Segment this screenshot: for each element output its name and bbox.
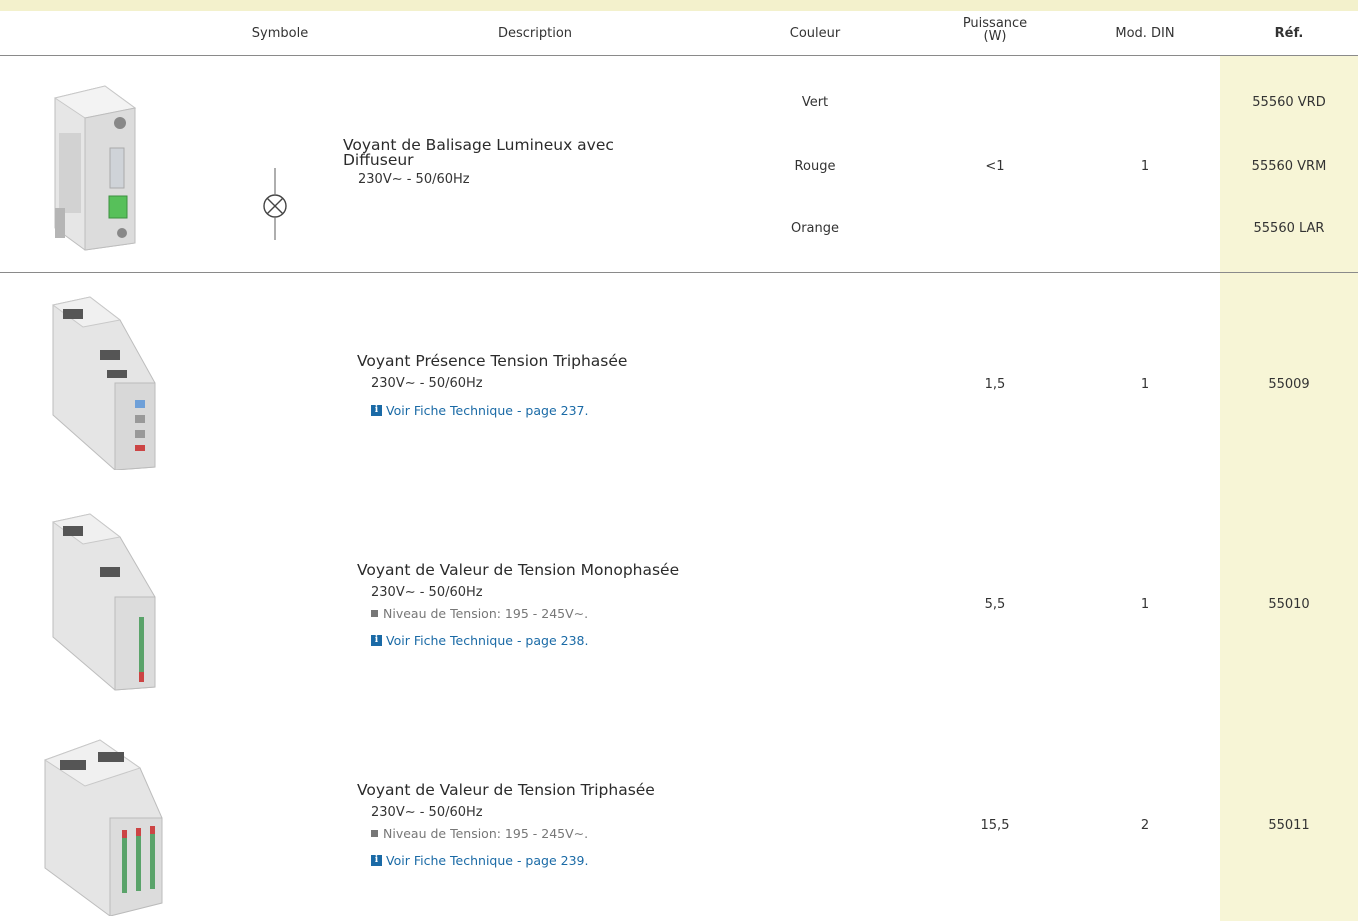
bullet-icon	[371, 830, 378, 837]
header-puissance-line2: (W)	[983, 29, 1007, 44]
row-divider	[0, 272, 1358, 273]
puissance-55010: 5,5	[984, 597, 1006, 612]
tension-note-55010: Niveau de Tension: 195 - 245V∼.	[371, 606, 588, 621]
color-orange: Orange	[790, 221, 840, 236]
product-title-55010: Voyant de Valeur de Tension Monophasée	[357, 561, 680, 579]
ref-55560-vrm: 55560 VRM	[1251, 159, 1327, 174]
info-icon: i	[371, 855, 382, 866]
ref-55009: 55009	[1268, 377, 1310, 392]
tension-note-55011-text: Niveau de Tension: 195 - 245V∼.	[383, 826, 589, 841]
ref-55011: 55011	[1268, 818, 1310, 833]
datasheet-link-55010-label[interactable]: Voir Fiche Technique - page 238.	[386, 633, 588, 648]
info-icon: i	[371, 635, 382, 646]
datasheet-link-55010[interactable]: i Voir Fiche Technique - page 238.	[371, 633, 588, 648]
mod-din-55011: 2	[1140, 818, 1150, 833]
tension-note-55011: Niveau de Tension: 195 - 245V∼.	[371, 826, 588, 841]
product-image-55011	[40, 738, 170, 920]
product-image-55010	[45, 512, 165, 696]
datasheet-link-55009-label[interactable]: Voir Fiche Technique - page 237.	[386, 403, 588, 418]
puissance-55009: 1,5	[984, 377, 1006, 392]
header-ref: Réf.	[1274, 26, 1304, 41]
color-vert: Vert	[801, 95, 829, 110]
product-title-55009: Voyant Présence Tension Triphasée	[357, 352, 628, 370]
product-voltage-55009: 230V∼ - 50/60Hz	[371, 376, 483, 391]
lamp-symbol-icon	[260, 168, 290, 244]
product-title-55560-line2: Diffuseur	[343, 151, 414, 169]
table-header: Symbole Description Couleur Puissance (W…	[0, 11, 1358, 56]
color-rouge: Rouge	[794, 159, 836, 174]
info-icon: i	[371, 405, 382, 416]
datasheet-link-55011[interactable]: i Voir Fiche Technique - page 239.	[371, 853, 588, 868]
tension-note-55010-text: Niveau de Tension: 195 - 245V∼.	[383, 606, 589, 621]
product-image-55560	[45, 78, 140, 257]
ref-55010: 55010	[1268, 597, 1310, 612]
datasheet-link-55011-label[interactable]: Voir Fiche Technique - page 239.	[386, 853, 588, 868]
product-voltage-55011: 230V∼ - 50/60Hz	[371, 805, 483, 820]
mod-din-55009: 1	[1140, 377, 1150, 392]
ref-55560-lar: 55560 LAR	[1253, 221, 1325, 236]
mod-din-55010: 1	[1140, 597, 1150, 612]
product-voltage-55010: 230V∼ - 50/60Hz	[371, 585, 483, 600]
header-symbole: Symbole	[251, 26, 309, 41]
ref-55560-vrd: 55560 VRD	[1252, 95, 1326, 110]
puissance-55011: 15,5	[980, 818, 1010, 833]
product-voltage-55560: 230V∼ - 50/60Hz	[358, 172, 470, 187]
header-mod-din: Mod. DIN	[1115, 26, 1175, 41]
top-band	[0, 0, 1358, 11]
ref-column-background	[1220, 56, 1358, 921]
header-description: Description	[497, 26, 573, 41]
header-couleur: Couleur	[789, 26, 841, 41]
header-puissance: Puissance (W)	[945, 17, 1045, 43]
datasheet-link-55009[interactable]: i Voir Fiche Technique - page 237.	[371, 403, 588, 418]
bullet-icon	[371, 610, 378, 617]
product-image-55009	[45, 295, 165, 474]
puissance-55560: <1	[985, 159, 1005, 174]
product-title-55560: Voyant de Balisage Lumineux avec Diffuse…	[343, 137, 673, 169]
product-title-55011: Voyant de Valeur de Tension Triphasée	[357, 781, 655, 799]
mod-din-55560: 1	[1140, 159, 1150, 174]
